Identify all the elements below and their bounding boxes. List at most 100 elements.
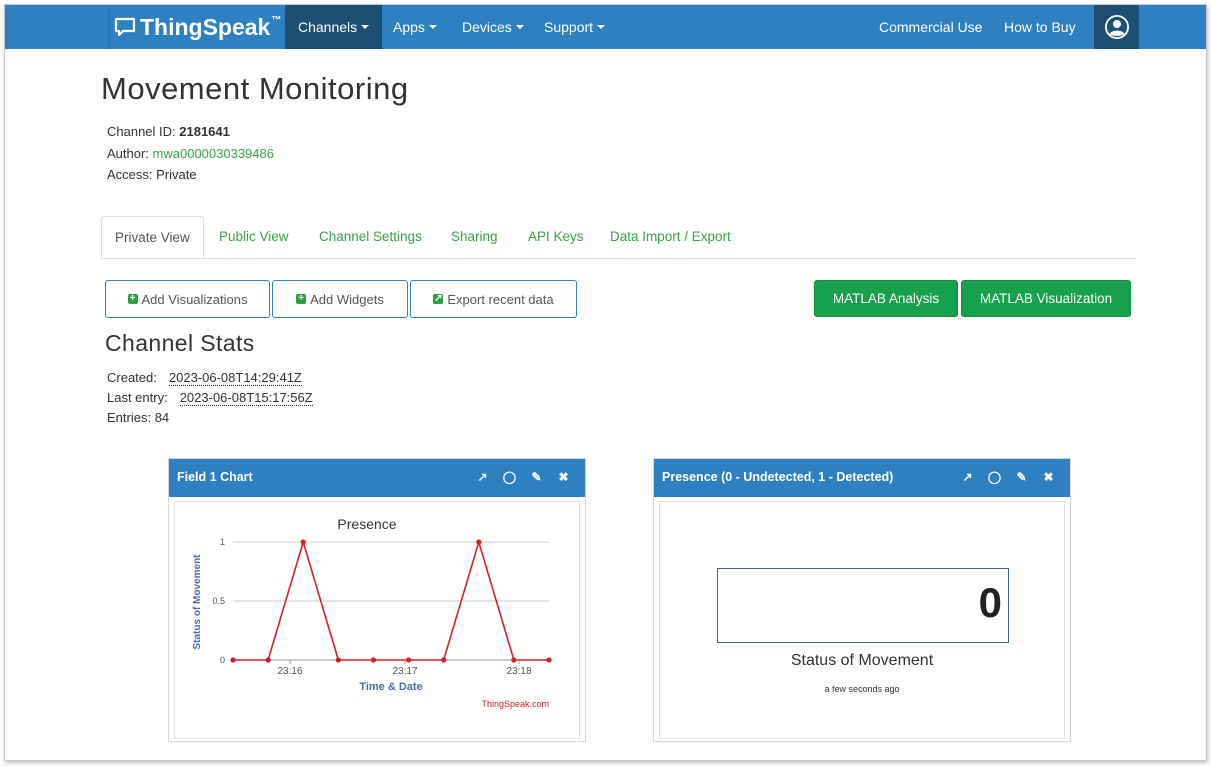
comment-icon[interactable]: ◯ <box>502 469 517 484</box>
nav-support[interactable]: Support <box>531 5 618 49</box>
chart-area: Presence 0 0.5 1 23:16 23:17 23:18 Time & Date S… <box>174 501 580 739</box>
channel-id-label: Channel ID: <box>107 124 180 139</box>
data-point <box>300 539 306 545</box>
tab-channel-settings[interactable]: Channel Settings <box>319 216 422 257</box>
pencil-icon[interactable]: ✎ <box>529 469 544 484</box>
data-point <box>511 657 517 663</box>
nav-support-label: Support <box>544 19 594 35</box>
top-navbar: ThingSpeak ™ Channels Apps Devices Suppor… <box>5 5 1206 49</box>
plus-icon: + <box>296 294 307 304</box>
plus-icon: + <box>127 294 138 304</box>
tab-sharing[interactable]: Sharing <box>451 216 498 257</box>
brand-name: ThingSpeak <box>140 13 271 40</box>
export-recent-label: Export recent data <box>447 291 554 307</box>
nav-channels-label: Channels <box>298 19 358 35</box>
comment-icon[interactable]: ◯ <box>987 469 1002 484</box>
caret-down-icon <box>597 25 606 29</box>
chart-title: Presence <box>337 516 396 532</box>
add-widgets-label: Add Widgets <box>310 291 384 307</box>
nav-commercial-use[interactable]: Commercial Use <box>866 5 995 49</box>
channel-id-value: 2181641 <box>179 124 230 139</box>
created-label: Created: <box>107 370 157 385</box>
stat-created: Created: 2023-06-08T14:29:41Z <box>107 370 302 386</box>
pencil-icon[interactable]: ✎ <box>1014 469 1029 484</box>
channel-stats-heading: Channel Stats <box>105 330 255 356</box>
entries-label: Entries: <box>107 410 155 425</box>
data-point <box>441 657 447 663</box>
panel-header: Presence (0 - Undetected, 1 - Detected) … <box>654 459 1070 497</box>
access-label: Access: <box>107 167 157 182</box>
last-entry-label: Last entry: <box>107 390 168 405</box>
channel-access: Access: Private <box>107 167 197 182</box>
user-menu[interactable] <box>1094 5 1139 49</box>
caret-down-icon <box>515 25 524 29</box>
presence-panel: Presence (0 - Undetected, 1 - Detected) … <box>653 458 1071 742</box>
stat-last-entry: Last entry: 2023-06-08T15:17:56Z <box>107 390 313 406</box>
external-link-icon[interactable]: ↗ <box>475 469 490 484</box>
add-visualizations-button[interactable]: + Add Visualizations <box>105 280 270 318</box>
x-tick-label: 23:17 <box>392 666 417 677</box>
data-point <box>335 657 341 663</box>
add-widgets-button[interactable]: + Add Widgets <box>272 280 408 318</box>
nav-devices[interactable]: Devices <box>449 5 537 49</box>
nav-devices-label: Devices <box>462 19 512 35</box>
chart-credit: ThingSpeak.com <box>481 699 549 709</box>
last-entry-value: 2023-06-08T15:17:56Z <box>179 390 313 406</box>
brand-logo[interactable]: ThingSpeak ™ <box>109 5 281 49</box>
y-tick-label: 0.5 <box>212 596 225 606</box>
entries-value: 84 <box>154 410 170 425</box>
data-point <box>370 657 377 663</box>
panel-title: Presence (0 - Undetected, 1 - Detected) <box>662 470 894 484</box>
x-tick-label: 23:16 <box>277 666 302 677</box>
matlab-visualization-button[interactable]: MATLAB Visualization <box>961 280 1131 317</box>
brand-trademark: ™ <box>271 14 282 26</box>
numeric-display-area: 0 Status of Movement a few seconds ago <box>659 501 1065 739</box>
numeric-display-label: Status of Movement <box>790 652 934 669</box>
y-tick-label: 1 <box>220 537 225 547</box>
author-label: Author: <box>107 146 153 161</box>
x-tick-label: 23:18 <box>506 666 531 677</box>
tab-private-view[interactable]: Private View <box>101 216 204 258</box>
matlab-analysis-button[interactable]: MATLAB Analysis <box>814 280 958 317</box>
author-link[interactable]: mwa0000030339486 <box>153 146 274 161</box>
y-axis-label: Status of Movement <box>192 554 203 650</box>
tab-data-import-export[interactable]: Data Import / Export <box>610 216 731 257</box>
access-value: Private <box>156 167 197 182</box>
app-window: ThingSpeak ™ Channels Apps Devices Suppor… <box>4 4 1207 761</box>
export-recent-data-button[interactable]: ↗ Export recent data <box>410 280 577 318</box>
nav-commercial-use-label: Commercial Use <box>879 19 983 35</box>
user-avatar-icon <box>1104 15 1129 39</box>
field1-chart-panel: Field 1 Chart ↗ ◯ ✎ ✖ Presence 0 0.5 1 23:16… <box>168 458 586 742</box>
data-point <box>265 657 271 663</box>
external-link-icon[interactable]: ↗ <box>960 469 975 484</box>
nav-how-to-buy[interactable]: How to Buy <box>991 5 1089 49</box>
numeric-display-timestamp: a few seconds ago <box>824 684 900 694</box>
created-value: 2023-06-08T14:29:41Z <box>168 370 302 386</box>
channel-id: Channel ID: 2181641 <box>107 124 230 139</box>
data-point <box>546 657 552 663</box>
panel-title: Field 1 Chart <box>177 470 253 484</box>
close-icon[interactable]: ✖ <box>1041 469 1056 484</box>
caret-down-icon <box>361 25 370 29</box>
data-point <box>405 657 412 663</box>
channel-author: Author: mwa0000030339486 <box>107 146 274 161</box>
x-axis-label: Time & Date <box>359 681 422 693</box>
chat-bubble-icon <box>114 17 136 37</box>
numeric-value: 0 <box>978 579 1002 626</box>
add-visualizations-label: Add Visualizations <box>141 291 248 307</box>
tab-api-keys[interactable]: API Keys <box>528 216 584 257</box>
y-tick-label: 0 <box>220 655 225 665</box>
panel-header: Field 1 Chart ↗ ◯ ✎ ✖ <box>169 459 585 497</box>
page-title: Movement Monitoring <box>101 71 409 106</box>
tab-public-view[interactable]: Public View <box>219 216 289 257</box>
caret-down-icon <box>428 25 437 29</box>
close-icon[interactable]: ✖ <box>556 469 571 484</box>
nav-channels[interactable]: Channels <box>285 5 383 49</box>
nav-apps-label: Apps <box>393 19 425 35</box>
presence-line-chart: Presence 0 0.5 1 23:16 23:17 23:18 Time & Date S… <box>192 516 552 709</box>
data-point <box>476 539 482 545</box>
nav-apps[interactable]: Apps <box>380 5 450 49</box>
data-point <box>230 657 236 663</box>
numeric-display-box: 0 <box>717 568 1009 643</box>
stat-entries: Entries: 84 <box>107 410 169 425</box>
